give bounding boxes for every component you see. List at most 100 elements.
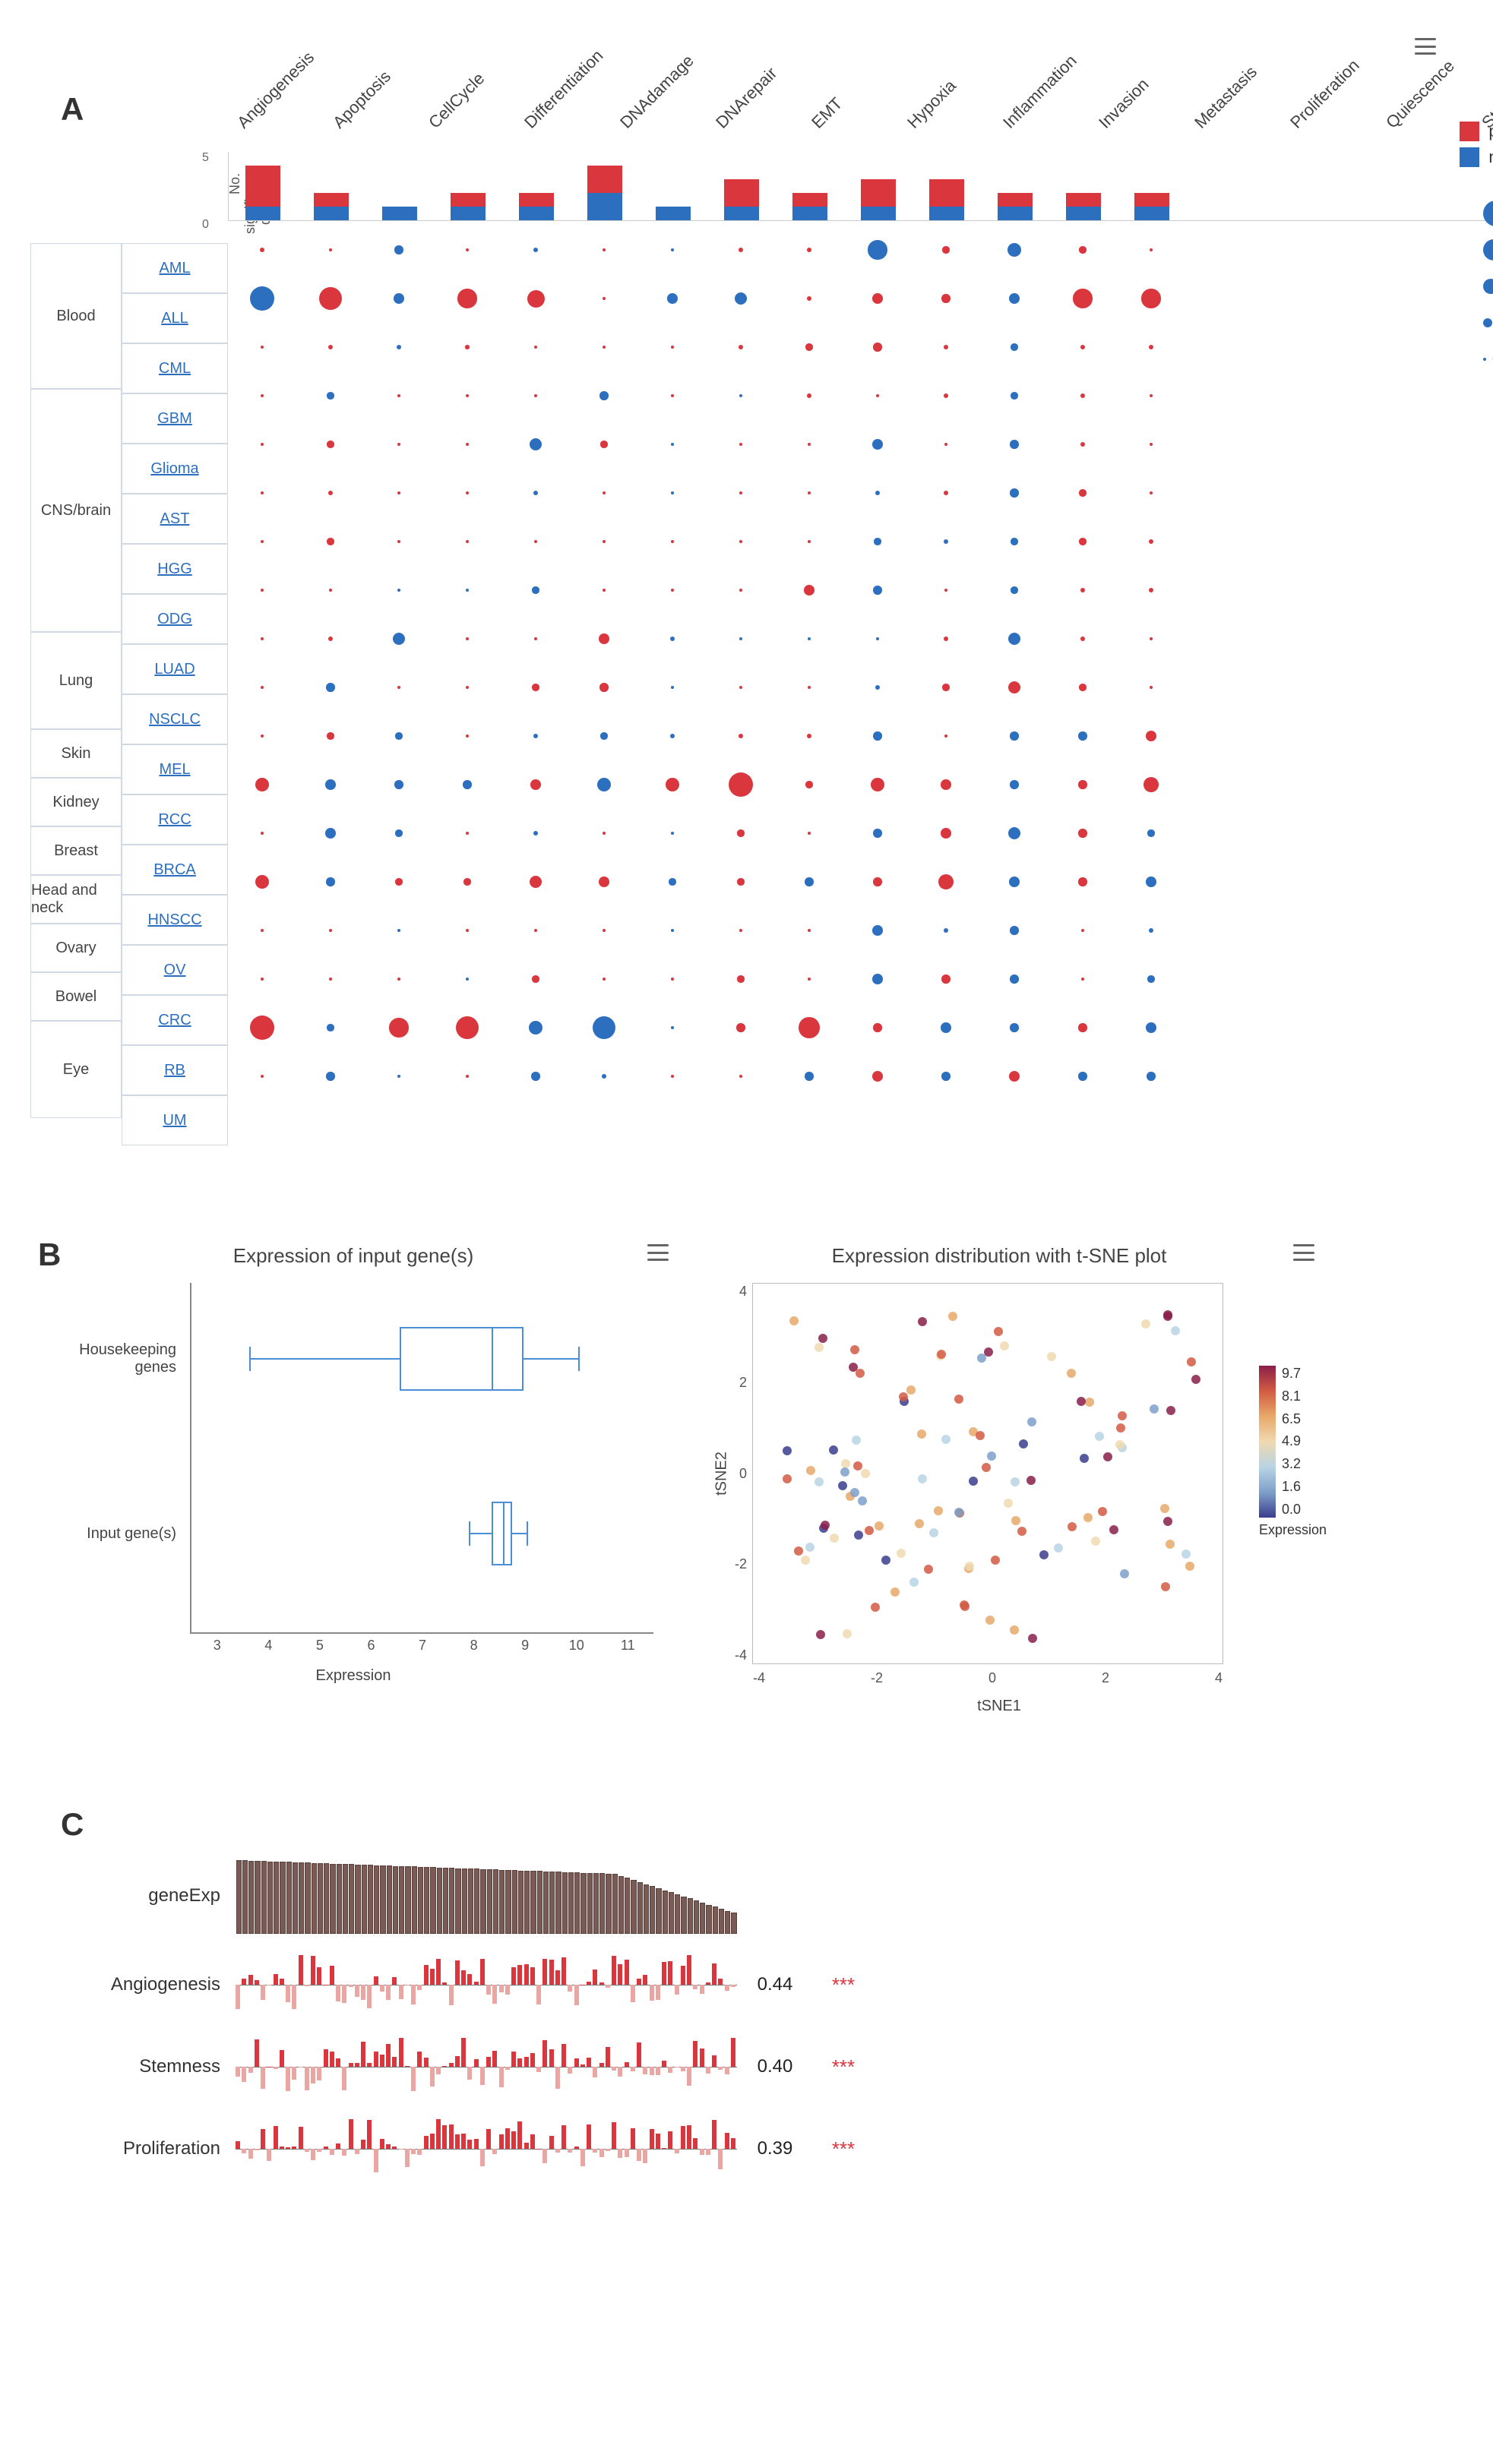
correlation-dot[interactable]	[1080, 442, 1086, 447]
correlation-dot[interactable]	[397, 686, 401, 690]
correlation-dot[interactable]	[671, 540, 675, 544]
correlation-dot[interactable]	[944, 393, 949, 399]
tsne-point[interactable]	[1181, 1549, 1191, 1559]
correlation-dot[interactable]	[603, 978, 606, 981]
cancer-type-link[interactable]: LUAD	[154, 661, 195, 678]
tsne-point[interactable]	[948, 1312, 957, 1321]
correlation-dot[interactable]	[942, 246, 949, 253]
tsne-point[interactable]	[994, 1327, 1003, 1336]
tsne-point[interactable]	[1116, 1423, 1125, 1433]
tsne-point[interactable]	[934, 1506, 943, 1515]
correlation-dot[interactable]	[599, 877, 609, 887]
correlation-dot[interactable]	[671, 589, 675, 592]
correlation-dot[interactable]	[531, 1072, 540, 1081]
tsne-point[interactable]	[1011, 1477, 1020, 1486]
correlation-dot[interactable]	[1008, 633, 1020, 645]
cancer-type-link[interactable]: CML	[159, 360, 191, 377]
correlation-dot[interactable]	[805, 877, 814, 886]
tsne-point[interactable]	[1163, 1312, 1172, 1321]
correlation-dot[interactable]	[1146, 877, 1156, 887]
tsne-point[interactable]	[865, 1526, 874, 1535]
correlation-dot[interactable]	[872, 1071, 883, 1082]
correlation-dot[interactable]	[808, 491, 811, 495]
correlation-dot[interactable]	[736, 1023, 745, 1032]
correlation-dot[interactable]	[327, 1024, 334, 1031]
correlation-dot[interactable]	[1078, 829, 1087, 838]
correlation-dot[interactable]	[466, 929, 470, 933]
correlation-dot[interactable]	[599, 633, 609, 644]
correlation-dot[interactable]	[876, 394, 880, 398]
correlation-dot[interactable]	[875, 491, 881, 496]
correlation-dot[interactable]	[261, 491, 264, 495]
correlation-dot[interactable]	[1146, 731, 1156, 741]
tsne-point[interactable]	[899, 1392, 908, 1401]
correlation-dot[interactable]	[397, 443, 400, 446]
menu-icon[interactable]	[1293, 1244, 1314, 1261]
correlation-dot[interactable]	[1078, 1072, 1087, 1081]
correlation-dot[interactable]	[1010, 780, 1019, 789]
cancer-type-link[interactable]: CRC	[158, 1012, 191, 1029]
correlation-dot[interactable]	[873, 731, 882, 741]
cancer-type-link[interactable]: NSCLC	[149, 711, 201, 728]
correlation-dot[interactable]	[944, 589, 948, 592]
correlation-dot[interactable]	[325, 828, 336, 839]
correlation-dot[interactable]	[329, 978, 333, 981]
correlation-dot[interactable]	[533, 248, 539, 253]
correlation-dot[interactable]	[326, 877, 335, 886]
cancer-type-link[interactable]: AML	[159, 260, 190, 277]
tsne-point[interactable]	[1068, 1522, 1077, 1531]
correlation-dot[interactable]	[397, 491, 401, 495]
correlation-dot[interactable]	[807, 734, 812, 739]
cancer-type-link[interactable]: RB	[164, 1062, 185, 1079]
correlation-dot[interactable]	[1150, 443, 1153, 447]
correlation-dot[interactable]	[1081, 978, 1085, 981]
correlation-dot[interactable]	[739, 345, 744, 350]
correlation-dot[interactable]	[671, 1075, 675, 1079]
correlation-dot[interactable]	[872, 293, 883, 304]
correlation-dot[interactable]	[1150, 686, 1153, 690]
correlation-dot[interactable]	[739, 443, 743, 447]
correlation-dot[interactable]	[466, 686, 470, 690]
tsne-point[interactable]	[1017, 1527, 1026, 1536]
correlation-dot[interactable]	[250, 286, 274, 311]
correlation-dot[interactable]	[527, 290, 545, 308]
tsne-point[interactable]	[1095, 1432, 1104, 1441]
cancer-type-link[interactable]: HGG	[157, 561, 192, 578]
correlation-dot[interactable]	[261, 589, 264, 592]
correlation-dot[interactable]	[530, 779, 541, 790]
correlation-dot[interactable]	[329, 929, 332, 932]
correlation-dot[interactable]	[1078, 1023, 1087, 1032]
correlation-dot[interactable]	[397, 345, 402, 350]
correlation-dot[interactable]	[261, 734, 264, 738]
menu-icon[interactable]	[647, 1244, 669, 1261]
correlation-dot[interactable]	[1078, 877, 1087, 886]
tsne-point[interactable]	[897, 1549, 906, 1558]
correlation-dot[interactable]	[600, 732, 607, 739]
tsne-point[interactable]	[1191, 1375, 1200, 1384]
cancer-type-link[interactable]: HNSCC	[147, 911, 201, 929]
correlation-dot[interactable]	[671, 1026, 675, 1030]
correlation-dot[interactable]	[532, 586, 539, 593]
correlation-dot[interactable]	[261, 637, 264, 640]
tsne-point[interactable]	[858, 1496, 867, 1505]
correlation-dot[interactable]	[739, 1075, 743, 1079]
correlation-dot[interactable]	[872, 974, 883, 984]
correlation-dot[interactable]	[457, 289, 476, 308]
correlation-dot[interactable]	[670, 637, 675, 642]
correlation-dot[interactable]	[1080, 637, 1086, 642]
correlation-dot[interactable]	[1146, 1022, 1156, 1033]
correlation-dot[interactable]	[397, 589, 401, 592]
correlation-dot[interactable]	[534, 637, 537, 640]
correlation-dot[interactable]	[397, 929, 401, 933]
correlation-dot[interactable]	[737, 829, 744, 836]
correlation-dot[interactable]	[739, 589, 743, 592]
correlation-dot[interactable]	[328, 345, 334, 350]
correlation-dot[interactable]	[1010, 975, 1019, 984]
correlation-dot[interactable]	[326, 683, 335, 692]
correlation-dot[interactable]	[466, 443, 469, 446]
correlation-dot[interactable]	[250, 1016, 274, 1040]
correlation-dot[interactable]	[944, 491, 949, 496]
correlation-dot[interactable]	[1080, 588, 1086, 593]
correlation-dot[interactable]	[466, 1075, 470, 1079]
cancer-type-link[interactable]: BRCA	[153, 861, 196, 879]
